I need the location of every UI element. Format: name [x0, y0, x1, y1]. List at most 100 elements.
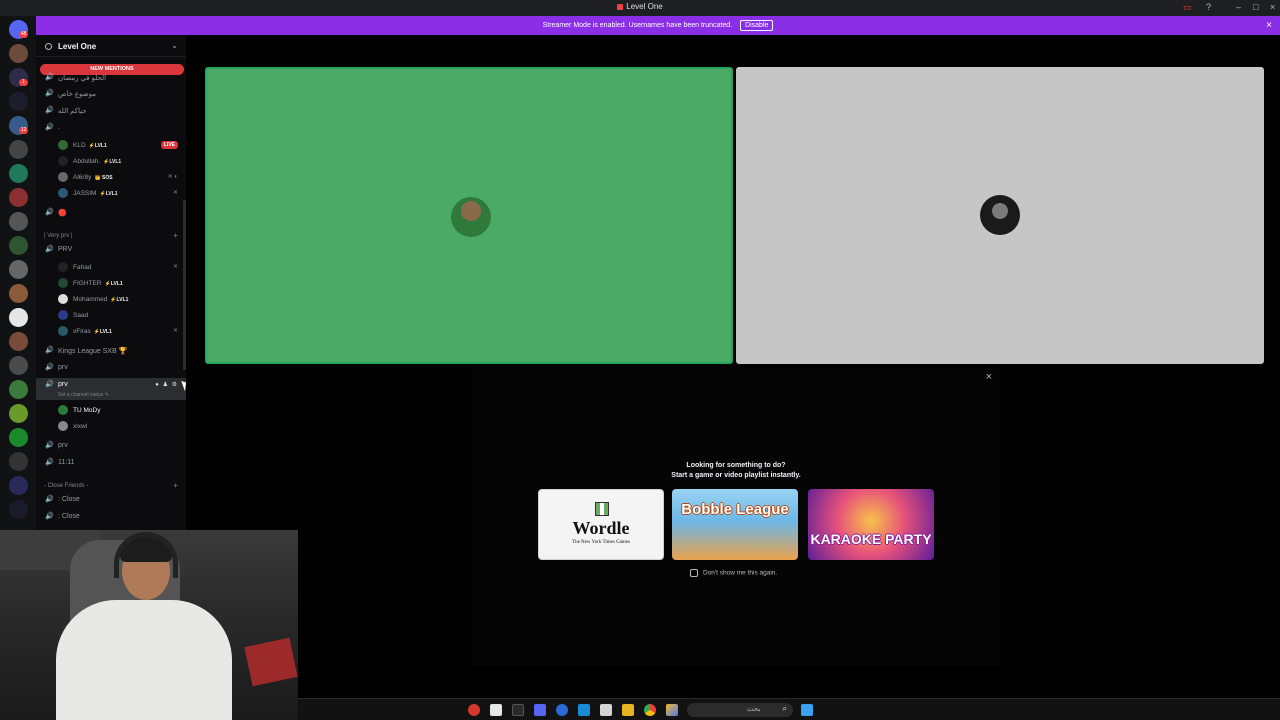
server-icon[interactable]	[9, 260, 28, 279]
category-very-prv[interactable]: | Very prv |	[44, 233, 72, 239]
voice-user[interactable]: Fahad ✕	[36, 260, 186, 275]
taskbar-app-icon[interactable]	[600, 704, 612, 716]
server-icon[interactable]	[9, 452, 28, 471]
voice-channel[interactable]: 🔊 موضوع خاص	[36, 87, 186, 101]
server-icon[interactable]	[9, 356, 28, 375]
voice-channel[interactable]: 🔊 الحلو في رمضان	[36, 71, 186, 85]
avatar	[58, 405, 68, 415]
close-window-button[interactable]: ×	[1270, 2, 1275, 12]
voice-channel[interactable]: 🔊: Close	[36, 510, 186, 524]
headset-icon	[114, 532, 178, 578]
voice-channel[interactable]: 🔊 PRV	[36, 243, 186, 257]
search-placeholder: بحث	[747, 706, 761, 713]
avatar	[58, 278, 68, 288]
chevron-down-icon: ⌄	[171, 41, 178, 50]
folder-icon[interactable]	[622, 704, 634, 716]
voice-channel[interactable]: 🔊.	[36, 121, 186, 135]
voice-user[interactable]: KLD ⚡LVL1 LIVE	[36, 138, 186, 153]
speaker-icon: 🔊	[45, 513, 54, 520]
server-icon[interactable]	[9, 164, 28, 183]
dont-show-again[interactable]: Don't show me this again.	[690, 569, 777, 577]
activity-card-karaoke[interactable]: KARAOKE PARTY	[808, 489, 934, 560]
server-icon[interactable]	[9, 332, 28, 351]
video-tile[interactable]	[736, 67, 1264, 364]
voice-user[interactable]: vFiras ⚡LVL1 ✕	[36, 324, 186, 339]
server-icon[interactable]	[9, 236, 28, 255]
speaker-icon: 🔊	[45, 459, 54, 466]
speaker-icon: 🔊	[45, 347, 54, 354]
voice-channel[interactable]: 🔊 prv	[36, 361, 186, 375]
card-subtitle: The New York Times Games	[572, 540, 630, 545]
cast-icon[interactable]: ▭	[1183, 2, 1192, 13]
server-icon[interactable]	[9, 428, 28, 447]
close-icon[interactable]: ×	[986, 371, 992, 383]
server-icon[interactable]	[9, 476, 28, 495]
channel-name: 11:11	[58, 459, 75, 466]
taskbar-search[interactable]: بحث ⌕	[687, 703, 793, 717]
voice-channel[interactable]: 🔊 حياكم الله	[36, 104, 186, 118]
server-icon[interactable]	[9, 92, 28, 111]
voice-channel[interactable]: 🔊 Kings League SXB 🏆	[36, 344, 186, 358]
channel-action-icons[interactable]: ● ♟ ⚙	[155, 381, 178, 388]
voice-user[interactable]: TU MoDy	[36, 403, 186, 418]
voice-user[interactable]: Saad	[36, 308, 186, 323]
windows-start-icon[interactable]	[801, 704, 813, 716]
server-badge: 1	[19, 79, 28, 86]
voice-user[interactable]: Abdullah. ⚡LVL1	[36, 154, 186, 169]
minimize-button[interactable]: –	[1236, 2, 1241, 12]
server-icon[interactable]	[9, 44, 28, 63]
banner-close-icon[interactable]: ×	[1266, 16, 1272, 35]
server-icon[interactable]	[9, 188, 28, 207]
voice-channel[interactable]: 🔊 11:11	[36, 456, 186, 470]
taskbar-app-icon[interactable]	[666, 704, 678, 716]
category-close-friends[interactable]: - Close Friends -	[44, 483, 88, 489]
taskbar-app-icon[interactable]	[578, 704, 590, 716]
voice-user[interactable]: xlxwl	[36, 419, 186, 434]
taskbar-app-icon[interactable]	[556, 704, 568, 716]
username: vFiras ⚡LVL1	[73, 328, 112, 335]
avatar	[58, 326, 68, 336]
channel-name: prv	[58, 364, 68, 371]
guild-header[interactable]: Level One ⌄	[36, 35, 186, 57]
set-channel-status[interactable]: Set a channel status ✎	[58, 392, 109, 398]
server-icon[interactable]	[9, 380, 28, 399]
voice-channel-active[interactable]: 🔊 prv Set a channel status ✎ ● ♟ ⚙	[36, 378, 186, 400]
discord-taskbar-icon[interactable]	[534, 704, 546, 716]
avatar	[58, 310, 68, 320]
voice-channel[interactable]: 🔊 prv	[36, 439, 186, 453]
voice-user[interactable]: Al6r8y 👑 SOS ✕ ◐	[36, 170, 186, 185]
channel-name: : Close	[58, 496, 80, 503]
chrome-icon[interactable]	[644, 704, 656, 716]
server-icon[interactable]	[9, 284, 28, 303]
disable-streamer-mode-button[interactable]: Disable	[740, 20, 774, 31]
avatar	[58, 156, 68, 166]
voice-user[interactable]: JASSIM ⚡LVL1 ✕	[36, 186, 186, 201]
taskbar-app-icon[interactable]	[468, 704, 480, 716]
server-icon[interactable]	[9, 308, 28, 327]
maximize-button[interactable]: □	[1253, 2, 1258, 12]
voice-user[interactable]: FIGHTER ⚡LVL1	[36, 276, 186, 291]
checkbox[interactable]	[690, 569, 698, 577]
voice-channel[interactable]: 🔊 🔴	[36, 206, 186, 220]
activity-shelf: × Looking for something to do? Start a g…	[472, 368, 1000, 666]
avatar	[58, 262, 68, 272]
server-icon[interactable]	[9, 404, 28, 423]
taskbar-app-icon[interactable]	[512, 704, 524, 716]
voice-user[interactable]: Mohammed ⚡LVL1	[36, 292, 186, 307]
sidebar-scrollbar[interactable]	[183, 200, 186, 370]
add-channel-icon[interactable]: +	[173, 481, 178, 490]
activity-card-bobble-league[interactable]: Bobble League	[672, 489, 798, 560]
taskbar-app-icon[interactable]	[490, 704, 502, 716]
server-icon[interactable]	[9, 500, 28, 519]
server-icon[interactable]	[9, 140, 28, 159]
activity-card-wordle[interactable]: Wordle The New York Times Games	[538, 489, 664, 560]
voice-channel[interactable]: 🔊: Close	[36, 493, 186, 507]
video-tile-speaking[interactable]	[205, 67, 733, 364]
muted-icon: ✕	[172, 264, 178, 270]
username: Fahad	[73, 264, 92, 271]
help-icon[interactable]: ?	[1206, 2, 1211, 12]
username: Abdullah. ⚡LVL1	[73, 158, 122, 165]
add-channel-icon[interactable]: +	[173, 231, 178, 240]
avatar	[58, 172, 68, 182]
server-icon[interactable]	[9, 212, 28, 231]
